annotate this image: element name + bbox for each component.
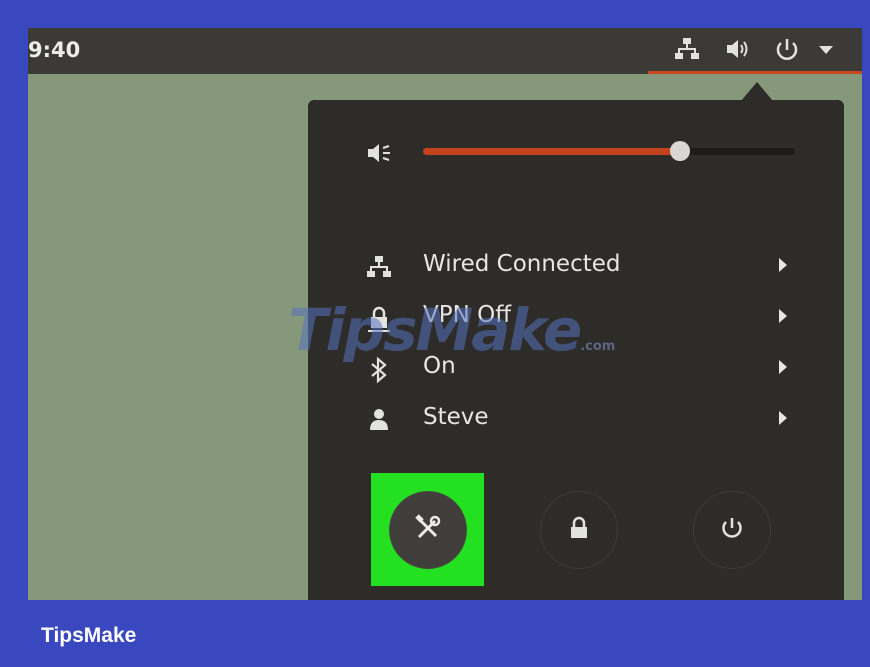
menu-pointer: [741, 82, 773, 101]
chevron-right-icon: [779, 360, 787, 374]
footer-brand: TipsMake: [41, 624, 137, 647]
chevron-right-icon: [779, 309, 787, 323]
chevron-right-icon: [779, 258, 787, 272]
menu-item-bluetooth[interactable]: On: [308, 347, 844, 389]
menu-item-label: Steve: [423, 404, 489, 430]
clock[interactable]: 9:40: [28, 38, 80, 62]
speaker-icon[interactable]: [725, 36, 753, 62]
menu-item-vpn[interactable]: VPN Off: [308, 296, 844, 338]
power-icon[interactable]: [773, 36, 801, 64]
network-icon: [366, 254, 392, 284]
menu-item-label: Wired Connected: [423, 251, 621, 277]
lock-icon: [366, 305, 392, 337]
volume-slider-fill: [423, 148, 680, 155]
menu-item-wired[interactable]: Wired Connected: [308, 245, 844, 287]
menu-item-label: On: [423, 353, 456, 379]
network-icon[interactable]: [674, 36, 700, 62]
bluetooth-icon: [366, 356, 392, 388]
menu-item-label: VPN Off: [423, 302, 512, 328]
tray-active-underline: [648, 71, 862, 74]
volume-slider-handle[interactable]: [669, 141, 690, 161]
user-icon: [366, 407, 392, 437]
volume-low-icon: [366, 140, 394, 170]
power-off-button[interactable]: [693, 491, 771, 569]
power-icon: [719, 515, 745, 545]
desktop-screen: 9:40 Wired Connected VPN Off On Steve Ti…: [28, 28, 862, 600]
menu-item-user[interactable]: Steve: [308, 398, 844, 440]
settings-button[interactable]: [389, 491, 467, 569]
lock-screen-button[interactable]: [540, 491, 618, 569]
volume-slider[interactable]: [423, 141, 795, 161]
lock-icon: [568, 516, 590, 544]
settings-tools-icon: [413, 513, 443, 547]
top-bar: 9:40: [28, 28, 862, 74]
chevron-right-icon: [779, 411, 787, 425]
dropdown-arrow-icon[interactable]: [818, 44, 834, 56]
